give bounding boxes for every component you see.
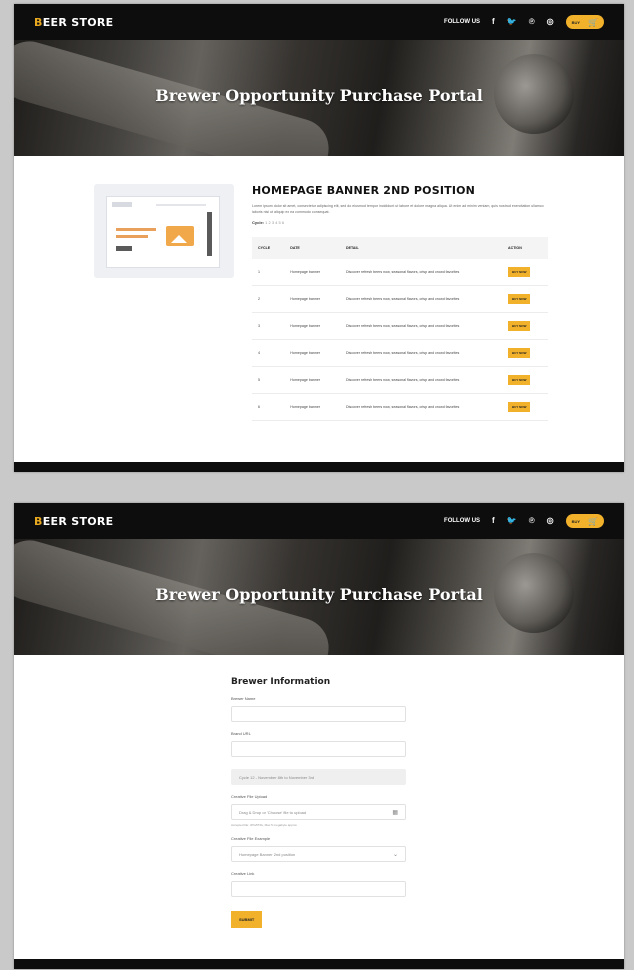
cycle-numbers[interactable]: 1 2 3 4 5 6 [265, 220, 284, 225]
brewer-name-label: Brewer Name [231, 696, 256, 701]
row-detail: Discover refresh beers now, seasonal fla… [340, 366, 503, 394]
creative-link-field[interactable] [231, 881, 406, 897]
creative-upload-dropzone[interactable]: Drag & Drop or 'Choose' file to upload ▦ [231, 804, 406, 820]
cart-label: BUY [571, 518, 581, 524]
row-date: Homepage banner [284, 393, 341, 421]
buy-now-button[interactable]: BUY NOW [508, 267, 531, 277]
upload-hint: Accepted file: JPG/PNG, Max 5 megabyte a… [231, 823, 297, 827]
buy-now-button[interactable]: BUY NOW [508, 321, 531, 331]
creative-example-value: Homepage Banner 2nd position [239, 851, 296, 857]
cycle-field[interactable]: Cycle 12 - November 8th to November 3rd [231, 769, 406, 785]
creative-example-select[interactable]: Homepage Banner 2nd position ⌄ [231, 846, 406, 862]
pinterest-icon[interactable]: ℗ [529, 517, 535, 525]
row-cycle: 2 [252, 285, 285, 313]
instagram-icon[interactable]: ◎ [547, 517, 554, 525]
table-row: 5 Homepage banner Discover refresh beers… [252, 366, 548, 394]
top-navbar: BEER STORE FOLLOW US f 🐦 ℗ ◎ BUY 🛒 [14, 503, 624, 539]
row-cycle: 1 [252, 259, 285, 286]
cycle-label: Cycle: [252, 220, 265, 225]
table-row: 1 Homepage banner Discover refresh beers… [252, 259, 548, 286]
instagram-icon[interactable]: ◎ [547, 18, 554, 26]
cycle-field-value: Cycle 12 - November 8th to November 3rd [239, 774, 315, 780]
follow-us-label: FOLLOW US [444, 19, 481, 25]
row-date: Homepage banner [284, 259, 341, 286]
opportunity-title: HOMEPAGE BANNER 2ND POSITION [252, 184, 476, 197]
opportunity-page-screenshot: BEER STORE FOLLOW US f 🐦 ℗ ◎ BUY 🛒 Brewe… [14, 4, 624, 472]
row-date: Homepage banner [284, 312, 341, 340]
facebook-icon[interactable]: f [492, 18, 495, 26]
table-row: 3 Homepage banner Discover refresh beers… [252, 312, 548, 340]
cycle-selector: Cycle: 1 2 3 4 5 6 [252, 220, 552, 225]
row-detail: Discover refresh beers now, seasonal fla… [340, 285, 503, 313]
follow-us-label: FOLLOW US [444, 518, 481, 524]
form-title: Brewer Information [231, 677, 331, 687]
brewer-information-form: Brewer Information Brewer Name Brand URL… [231, 677, 406, 928]
brand-logo-text: EER STORE [42, 15, 114, 29]
buy-now-button[interactable]: BUY NOW [508, 375, 531, 385]
buy-now-button[interactable]: BUY NOW [508, 402, 531, 412]
image-icon [166, 226, 194, 246]
header-cycle: CYCLE [252, 237, 285, 259]
cart-icon: 🛒 [588, 17, 598, 27]
cart-icon: 🛒 [588, 516, 598, 526]
brewer-form-screenshot: BEER STORE FOLLOW US f 🐦 ℗ ◎ BUY 🛒 Brewe… [14, 503, 624, 969]
creative-link-label: Creative Link [231, 871, 255, 876]
header-detail: DETAIL [340, 237, 503, 259]
buy-now-button[interactable]: BUY NOW [508, 348, 531, 358]
header-action: ACTION [502, 237, 548, 259]
hero-title: Brewer Opportunity Purchase Portal [155, 86, 483, 105]
twitter-icon[interactable]: 🐦 [507, 517, 517, 525]
footer-bar [14, 959, 624, 969]
row-cycle: 4 [252, 339, 285, 367]
brand-url-field[interactable] [231, 741, 406, 757]
cart-label: BUY [571, 19, 581, 25]
header-date: DATE [284, 237, 341, 259]
buy-now-button[interactable]: BUY NOW [508, 294, 531, 304]
footer-bar [14, 462, 624, 472]
opportunity-description: Lorem ipsum dolor sit amet, consectetur … [252, 204, 544, 214]
table-row: 4 Homepage banner Discover refresh beers… [252, 339, 548, 367]
row-cycle: 3 [252, 312, 285, 340]
facebook-icon[interactable]: f [492, 517, 495, 525]
brand-logo-initial: B [34, 514, 43, 528]
row-date: Homepage banner [284, 339, 341, 367]
hero-title: Brewer Opportunity Purchase Portal [155, 585, 483, 604]
brewer-name-field[interactable] [231, 706, 406, 722]
banner-preview-illustration [94, 184, 234, 278]
top-navbar: BEER STORE FOLLOW US f 🐦 ℗ ◎ BUY 🛒 [14, 4, 624, 40]
row-date: Homepage banner [284, 285, 341, 313]
row-detail: Discover refresh beers now, seasonal fla… [340, 393, 503, 421]
chevron-down-icon: ⌄ [392, 851, 398, 858]
brand-url-label: Brand URL [231, 731, 251, 736]
hero-banner: Brewer Opportunity Purchase Portal [14, 539, 624, 655]
submit-button[interactable]: SUBMIT [231, 911, 263, 928]
hero-banner: Brewer Opportunity Purchase Portal [14, 40, 624, 156]
row-cycle: 5 [252, 366, 285, 394]
row-detail: Discover refresh beers now, seasonal fla… [340, 259, 503, 286]
row-detail: Discover refresh beers now, seasonal fla… [340, 312, 503, 340]
cycle-table: CYCLE DATE DETAIL ACTION 1 Homepage bann… [252, 237, 548, 421]
upload-placeholder: Drag & Drop or 'Choose' file to upload [239, 809, 307, 815]
brand-logo[interactable]: BEER STORE [34, 16, 113, 29]
twitter-icon[interactable]: 🐦 [507, 18, 517, 26]
creative-upload-label: Creative File Upload [231, 794, 268, 799]
brand-logo-initial: B [34, 15, 43, 29]
brand-logo[interactable]: BEER STORE [34, 515, 113, 528]
row-detail: Discover refresh beers now, seasonal fla… [340, 339, 503, 367]
creative-example-label: Creative File Example [231, 836, 271, 841]
table-row: 6 Homepage banner Discover refresh beers… [252, 393, 548, 421]
upload-icon: ▦ [392, 809, 398, 816]
pinterest-icon[interactable]: ℗ [529, 18, 535, 26]
table-row: 2 Homepage banner Discover refresh beers… [252, 285, 548, 313]
cart-button[interactable]: BUY 🛒 [565, 514, 604, 528]
cart-button[interactable]: BUY 🛒 [565, 15, 604, 29]
brand-logo-text: EER STORE [42, 514, 114, 528]
row-cycle: 6 [252, 393, 285, 421]
row-date: Homepage banner [284, 366, 341, 394]
